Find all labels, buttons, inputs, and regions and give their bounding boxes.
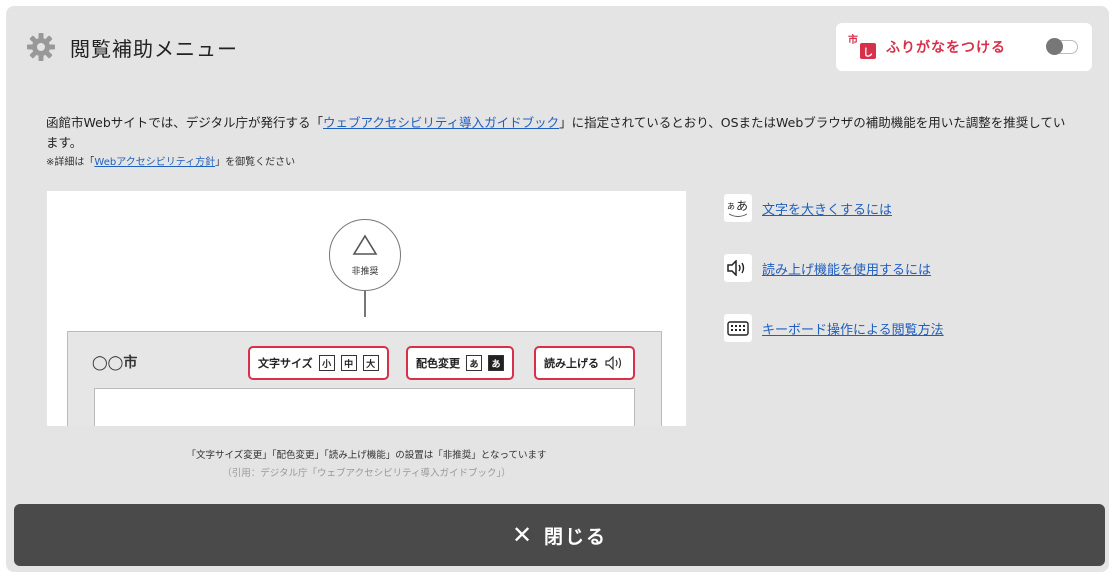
not-recommended-bubble: 非推奨 (329, 219, 401, 291)
warning-triangle-icon (352, 234, 378, 255)
illustration-citation: （引用：デジタル庁「ウェブアクセシビリティ導入ガイドブック」） (222, 468, 511, 479)
mock-content-area (94, 388, 635, 426)
mock-size-large: 大 (362, 355, 379, 371)
illustration-caption: 「文字サイズ変更」「配色変更」「読み上げ機能」の設置は「非推奨」となっています (186, 450, 547, 461)
help-link-label[interactable]: キーボード操作による閲覧方法 (762, 319, 944, 338)
page-title: 閲覧補助メニュー (70, 36, 238, 61)
svg-text:あ: あ (736, 199, 748, 213)
mock-color-change-control: 配色変更 あ あ (406, 346, 514, 380)
mock-text-size-control: 文字サイズ 小 中 大 (248, 346, 389, 380)
policy-note: ※詳細は「Webアクセシビリティ方針」を御覧ください (46, 153, 295, 168)
mock-text-size-label: 文字サイズ (258, 357, 313, 370)
svg-text:あ: あ (727, 202, 735, 211)
mock-site-header: ◯◯市 文字サイズ 小 中 大 配色変更 あ あ 読み上げる (67, 331, 662, 426)
furigana-switch-knob (1046, 38, 1063, 55)
speaker-icon (724, 254, 752, 282)
mock-color-light: あ (466, 355, 482, 371)
furigana-icon: 市 し (848, 33, 876, 61)
help-link-keyboard[interactable]: キーボード操作による閲覧方法 (724, 314, 944, 342)
accessibility-menu-panel: 閲覧補助メニュー 市 し ふりがなをつける 函館市Webサイトでは、デジタル庁が… (6, 6, 1109, 572)
mock-city-name: ◯◯市 (92, 355, 138, 371)
gear-icon (27, 33, 55, 61)
text-size-icon: あ あ (724, 194, 752, 222)
furigana-toggle-button[interactable]: 市 し ふりがなをつける (836, 23, 1092, 71)
close-button[interactable]: ✕ 閉じる (14, 504, 1105, 566)
intro-text: 函館市Webサイトでは、デジタル庁が発行する「ウェブアクセシビリティ導入ガイドブ… (46, 113, 1076, 153)
note-text-after: 」を御覧ください (215, 157, 296, 168)
not-recommended-label: 非推奨 (351, 267, 379, 277)
keyboard-icon (724, 314, 752, 342)
note-text-before: ※詳細は「 (46, 157, 95, 168)
help-link-label[interactable]: 読み上げ機能を使用するには (762, 259, 931, 278)
menu-header: 閲覧補助メニュー (26, 32, 238, 62)
mock-size-small: 小 (318, 355, 335, 371)
furigana-label: ふりがなをつける (886, 40, 1006, 56)
help-link-text-size[interactable]: あ あ 文字を大きくするには (724, 194, 892, 222)
accessibility-policy-link[interactable]: Webアクセシビリティ方針 (94, 157, 215, 168)
furigana-icon-kana: し (860, 43, 876, 59)
close-icon: ✕ (511, 521, 533, 549)
furigana-switch[interactable] (1046, 38, 1078, 55)
mock-color-change-label: 配色変更 (416, 357, 460, 370)
intro-text-before: 函館市Webサイトでは、デジタル庁が発行する「 (46, 115, 324, 130)
mock-read-aloud-label: 読み上げる (544, 357, 599, 370)
mock-size-medium: 中 (340, 355, 357, 371)
close-label: 閉じる (544, 525, 608, 548)
mock-read-aloud-control: 読み上げる (534, 346, 635, 380)
mock-color-dark: あ (488, 355, 504, 371)
bubble-stem (364, 291, 366, 317)
furigana-icon-kanji: 市 (848, 35, 858, 46)
not-recommended-illustration: 非推奨 ◯◯市 文字サイズ 小 中 大 配色変更 あ あ 読み上げる (47, 191, 686, 426)
help-link-label[interactable]: 文字を大きくするには (762, 199, 892, 218)
speaker-icon (605, 356, 622, 370)
help-link-read-aloud[interactable]: 読み上げ機能を使用するには (724, 254, 931, 282)
guidebook-link[interactable]: ウェブアクセシビリティ導入ガイドブック (323, 115, 559, 130)
